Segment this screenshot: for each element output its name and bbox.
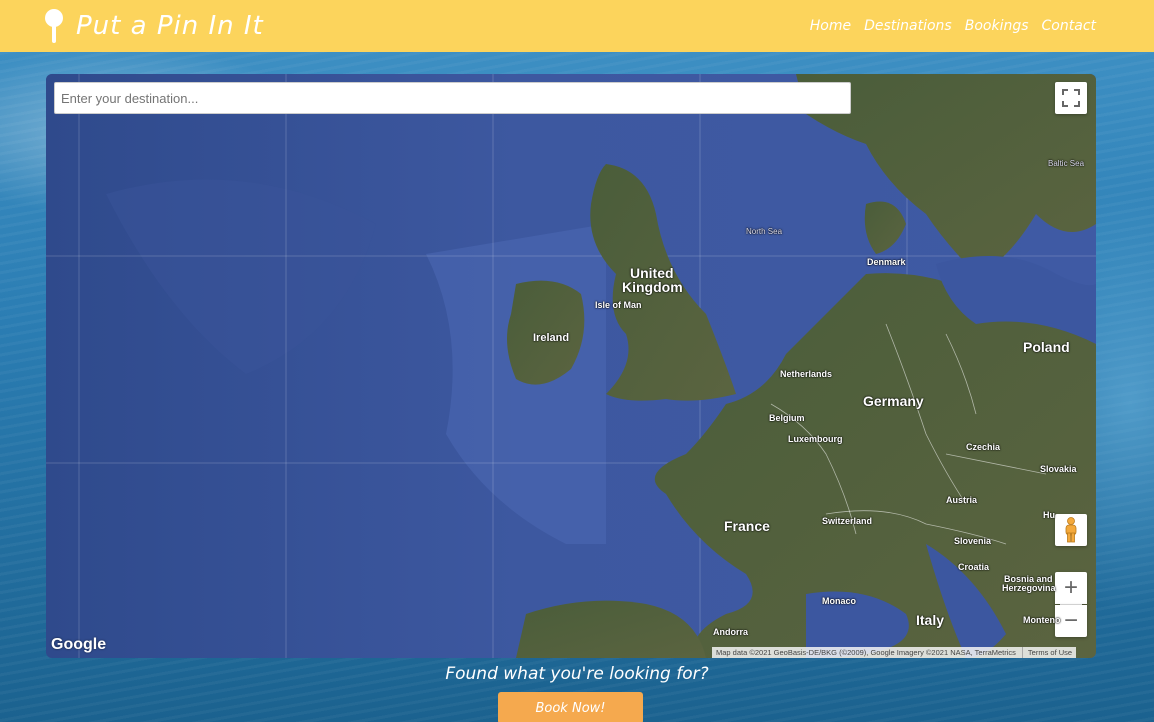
map-label-luxembourg: Luxembourg <box>788 434 843 444</box>
map-label-poland: Poland <box>1023 339 1070 355</box>
map-label-czechia: Czechia <box>966 442 1001 452</box>
zoom-in-button[interactable]: + <box>1055 572 1087 604</box>
map-label-monaco: Monaco <box>822 596 857 606</box>
map-label-isle-of-man: Isle of Man <box>595 300 642 310</box>
map-label-north-sea: North Sea <box>746 227 783 236</box>
map-label-germany: Germany <box>863 393 924 409</box>
map-attribution: Map data ©2021 GeoBasis-DE/BKG (©2009), … <box>712 647 1077 658</box>
map-label-slovakia: Slovakia <box>1040 464 1077 474</box>
map-label-belgium: Belgium <box>769 413 805 423</box>
map-label-baltic-sea: Baltic Sea <box>1048 159 1085 168</box>
nav-link-home[interactable]: Home <box>810 18 851 34</box>
pin-icon <box>44 9 64 43</box>
map-label-croatia: Croatia <box>958 562 990 572</box>
map-label-bosnia-2: Herzegovina <box>1002 583 1056 593</box>
book-now-button[interactable]: Book Now! <box>498 692 643 722</box>
map-label-slovenia: Slovenia <box>954 536 992 546</box>
brand-name: Put a Pin In It <box>76 11 264 41</box>
map-label-switzerland: Switzerland <box>822 516 873 526</box>
map-label-italy: Italy <box>916 612 945 628</box>
navbar: Put a Pin In It Home Destinations Bookin… <box>0 0 1154 52</box>
map-label-united-kingdom-2: Kingdom <box>622 279 683 295</box>
map-label-denmark: Denmark <box>867 257 906 267</box>
nav-links: Home Destinations Bookings Contact <box>810 18 1096 34</box>
map-canvas[interactable]: + − United Kingdom Isle of Man Ireland N… <box>46 74 1096 658</box>
fullscreen-button[interactable] <box>1055 82 1087 114</box>
brand[interactable]: Put a Pin In It <box>44 9 264 43</box>
found-prompt-text: Found what you're looking for? <box>445 664 709 684</box>
nav-link-bookings[interactable]: Bookings <box>965 18 1029 34</box>
map-label-netherlands: Netherlands <box>780 369 833 379</box>
map-label-france: France <box>724 518 770 534</box>
map-label-hungary: Hu <box>1043 510 1055 520</box>
map-label-austria: Austria <box>946 495 978 505</box>
map-label-ireland: Ireland <box>533 332 570 344</box>
pegman-icon <box>1065 517 1077 543</box>
terms-of-use-link[interactable]: Terms of Use <box>1021 647 1072 658</box>
street-view-pegman-button[interactable] <box>1055 514 1087 546</box>
nav-link-destinations[interactable]: Destinations <box>864 18 952 34</box>
google-logo: Google <box>51 636 107 653</box>
nav-link-contact[interactable]: Contact <box>1042 18 1096 34</box>
attribution-text: Map data ©2021 GeoBasis-DE/BKG (©2009), … <box>716 648 1016 657</box>
map-label-montenegro: Monteno <box>1023 615 1061 625</box>
fullscreen-icon <box>1062 89 1080 107</box>
destination-search-input[interactable] <box>54 82 851 114</box>
map-label-andorra: Andorra <box>713 627 749 637</box>
satellite-map-image <box>46 74 1096 658</box>
